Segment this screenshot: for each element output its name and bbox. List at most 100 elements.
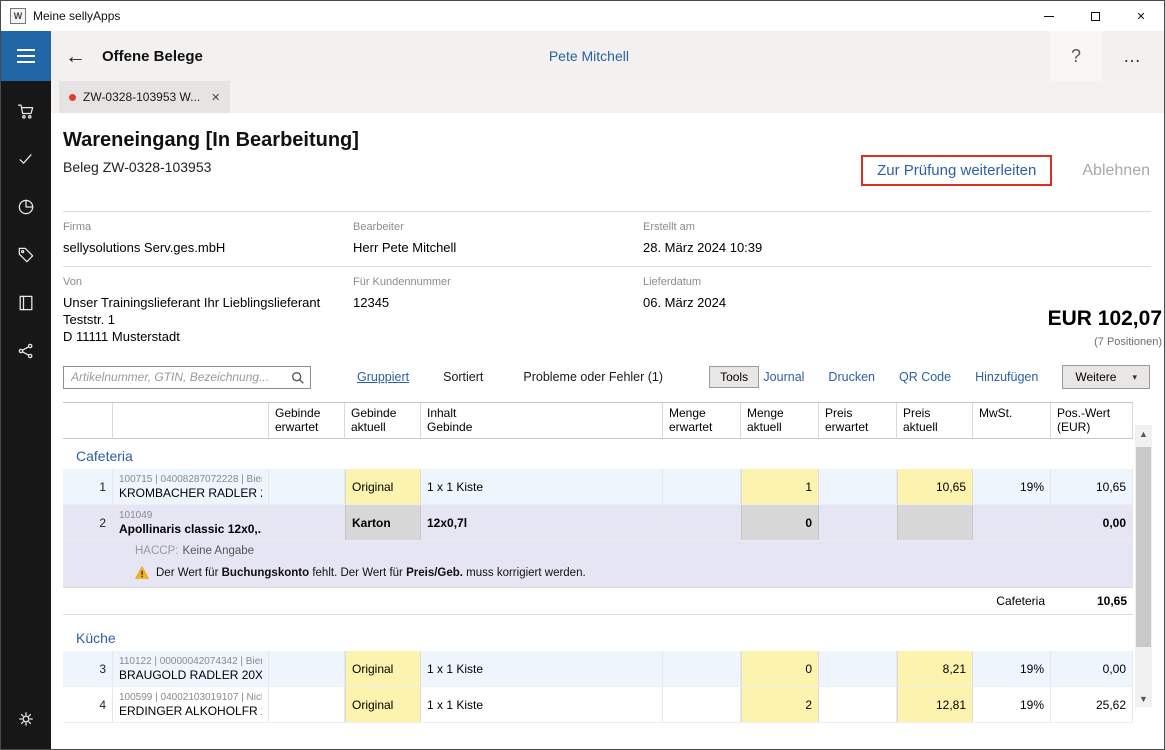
- titlebar: W Meine sellyApps ✕: [1, 1, 1164, 31]
- reject-button[interactable]: Ablehnen: [1082, 162, 1150, 180]
- cell-menge-erwartet: [663, 651, 741, 686]
- cell-gebinde-erwartet: [269, 469, 345, 504]
- cart-icon: [16, 101, 36, 121]
- cell-gebinde-erwartet: [269, 505, 345, 540]
- more-actions-dropdown[interactable]: Weitere ▾: [1062, 365, 1150, 389]
- cell-pos-wert: 0,00: [1051, 651, 1133, 686]
- sidebar-item-share[interactable]: [1, 327, 51, 375]
- group-header-kueche[interactable]: Küche: [63, 621, 1133, 651]
- pie-chart-icon: [16, 197, 36, 217]
- cell-inhalt-gebinde: 1 x 1 Kiste: [421, 687, 663, 722]
- header-cell: Gebinde erwartet: [269, 403, 345, 438]
- info-row-1: Firma sellysolutions Serv.ges.mbH Bearbe…: [51, 212, 1164, 266]
- cell-preis-aktuell[interactable]: [897, 505, 973, 540]
- minimize-icon: [1044, 16, 1054, 17]
- cell-menge-aktuell[interactable]: 1: [741, 469, 819, 504]
- table-row[interactable]: 3 110122 | 00000042074342 | Bier... BRAU…: [63, 651, 1133, 687]
- header-cell: Pos.-Wert (EUR): [1051, 403, 1133, 438]
- cell-article: 101049 Apollinaris classic 12x0,...: [113, 505, 269, 540]
- cell-preis-erwartet: [819, 687, 897, 722]
- cell-preis-aktuell[interactable]: 12,81: [897, 687, 973, 722]
- sidebar-item-reports[interactable]: [1, 183, 51, 231]
- table-scrollbar[interactable]: ▲ ▼: [1135, 425, 1152, 707]
- warning-subrow: Der Wert für Buchungskonto fehlt. Der We…: [63, 561, 1133, 587]
- cell-gebinde-aktuell[interactable]: Karton: [345, 505, 421, 540]
- app-window: W Meine sellyApps ✕ ← Offene Belege Pete…: [0, 0, 1165, 750]
- print-link[interactable]: Drucken: [828, 370, 875, 384]
- field-erstellt-am: Erstellt am 28. März 2024 10:39: [643, 221, 1150, 256]
- header-cell: Preis aktuell: [897, 403, 973, 438]
- more-options-button[interactable]: …: [1102, 31, 1164, 81]
- cell-menge-aktuell[interactable]: 2: [741, 687, 819, 722]
- hamburger-menu-button[interactable]: [1, 31, 51, 81]
- close-button[interactable]: ✕: [1118, 1, 1164, 31]
- field-label: Für Kundennummer: [353, 276, 643, 288]
- qr-code-link[interactable]: QR Code: [899, 370, 951, 384]
- article-name: BRAUGOLD RADLER 20X...: [119, 668, 262, 682]
- cell-menge-aktuell[interactable]: 0: [741, 505, 819, 540]
- cell-inhalt-gebinde: 12x0,7l: [421, 505, 663, 540]
- sidebar-item-cart[interactable]: [1, 87, 51, 135]
- settings-gear-icon: [16, 709, 36, 729]
- minimize-button[interactable]: [1026, 1, 1072, 31]
- field-value: 12345: [353, 294, 643, 311]
- header-cell: Gebinde aktuell: [345, 403, 421, 438]
- user-name-link[interactable]: Pete Mitchell: [549, 48, 629, 64]
- row-number: 3: [63, 651, 113, 686]
- cell-inhalt-gebinde: 1 x 1 Kiste: [421, 651, 663, 686]
- maximize-button[interactable]: [1072, 1, 1118, 31]
- tab-label: ZW-0328-103953 W...: [83, 90, 200, 104]
- cell-inhalt-gebinde: 1 x 1 Kiste: [421, 469, 663, 504]
- forward-for-review-button[interactable]: Zur Prüfung weiterleiten: [861, 155, 1052, 186]
- tab-beleg[interactable]: ZW-0328-103953 W... ✕: [59, 81, 230, 113]
- article-name: KROMBACHER RADLER 2...: [119, 486, 262, 500]
- haccp-subrow: HACCP: Keine Angabe: [63, 541, 1133, 561]
- field-kundennummer: Für Kundennummer 12345: [353, 276, 643, 354]
- problems-filter[interactable]: Probleme oder Fehler (1): [523, 370, 663, 384]
- table-row[interactable]: 4 100599 | 04002103019107 | Nich... ERDI…: [63, 687, 1133, 723]
- tools-button[interactable]: Tools: [709, 366, 759, 388]
- help-button[interactable]: ?: [1050, 31, 1102, 81]
- add-link[interactable]: Hinzufügen: [975, 370, 1038, 384]
- cell-preis-aktuell[interactable]: 10,65: [897, 469, 973, 504]
- cell-pos-wert: 10,65: [1051, 469, 1133, 504]
- cell-preis-aktuell[interactable]: 8,21: [897, 651, 973, 686]
- app-logo-icon: W: [10, 8, 26, 24]
- sidebar-item-journal[interactable]: [1, 279, 51, 327]
- table-row-selected[interactable]: 2 101049 Apollinaris classic 12x0,... Ka…: [63, 505, 1133, 541]
- article-code: 110122 | 00000042074342 | Bier...: [119, 656, 262, 667]
- cell-gebinde-aktuell[interactable]: Original: [345, 469, 421, 504]
- table-row[interactable]: 1 100715 | 04008287072228 | Bier... KROM…: [63, 469, 1133, 505]
- sidebar-item-settings[interactable]: [1, 695, 51, 743]
- group-header-cafeteria[interactable]: Cafeteria: [63, 439, 1133, 469]
- grouped-toggle[interactable]: Gruppiert: [357, 370, 409, 384]
- cell-gebinde-aktuell[interactable]: Original: [345, 687, 421, 722]
- scroll-down-arrow[interactable]: ▼: [1135, 690, 1152, 707]
- journal-link[interactable]: Journal: [763, 370, 804, 384]
- more-actions-label: Weitere: [1075, 370, 1116, 384]
- sidebar-item-tasks[interactable]: [1, 135, 51, 183]
- scrollbar-thumb[interactable]: [1136, 447, 1151, 647]
- header-cell: Menge erwartet: [663, 403, 741, 438]
- scroll-up-arrow[interactable]: ▲: [1135, 425, 1152, 442]
- search-input[interactable]: [64, 367, 310, 388]
- field-value: Herr Pete Mitchell: [353, 239, 643, 256]
- row-number: 4: [63, 687, 113, 722]
- checkmark-icon: [16, 149, 36, 169]
- tab-close-icon[interactable]: ✕: [211, 91, 220, 104]
- sorted-toggle[interactable]: Sortiert: [443, 370, 483, 384]
- back-button[interactable]: ←: [65, 46, 86, 67]
- cell-gebinde-erwartet: [269, 651, 345, 686]
- document-total: EUR 102,07 (7 Positionen): [1048, 307, 1162, 348]
- haccp-label: HACCP:: [135, 545, 178, 557]
- sidebar-item-prices[interactable]: [1, 231, 51, 279]
- cell-mwst: 19%: [973, 687, 1051, 722]
- field-label: Lieferdatum: [643, 276, 1150, 288]
- cell-menge-aktuell[interactable]: 0: [741, 651, 819, 686]
- cell-gebinde-aktuell[interactable]: Original: [345, 651, 421, 686]
- header-cell: [63, 403, 113, 438]
- cell-preis-erwartet: [819, 651, 897, 686]
- modified-dot-icon: [69, 94, 76, 101]
- cell-mwst: [973, 505, 1051, 540]
- app-header: ← Offene Belege Pete Mitchell ? …: [1, 31, 1164, 81]
